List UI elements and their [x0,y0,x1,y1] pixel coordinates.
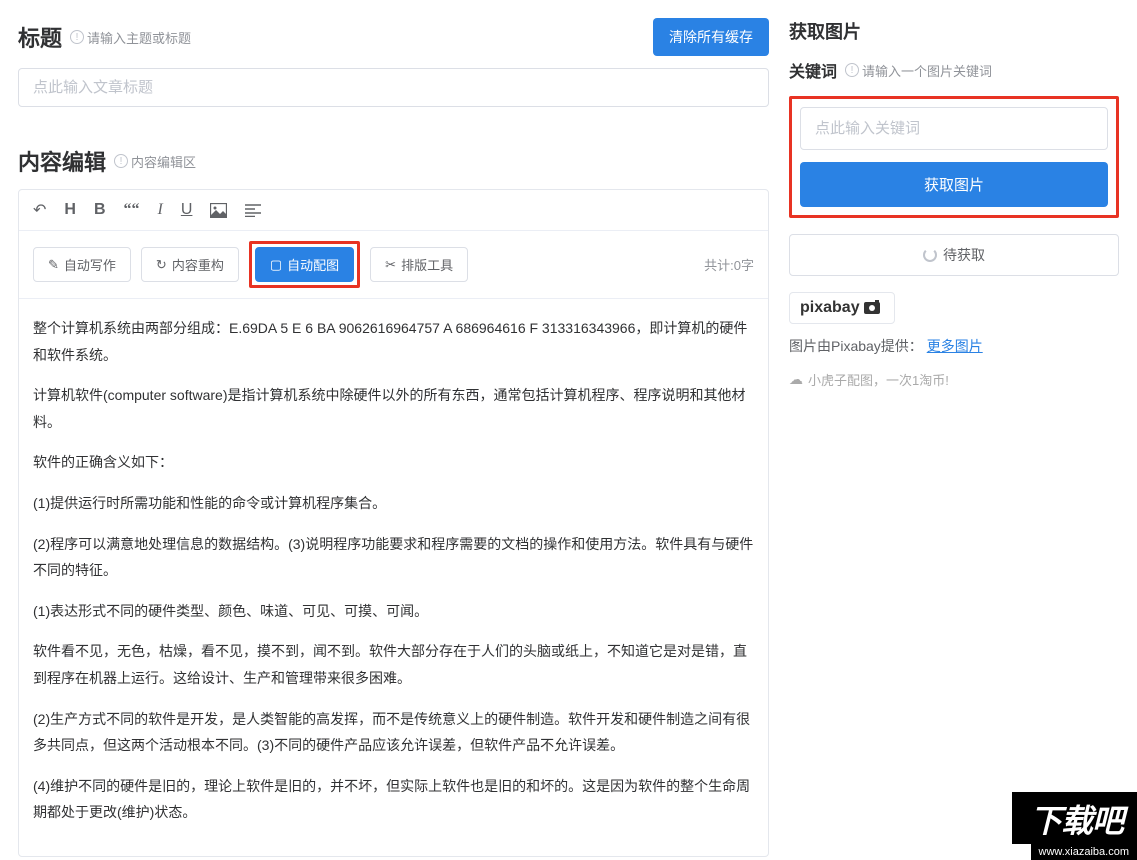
content-label: 内容编辑 [18,145,106,177]
title-hint: ! 请输入主题或标题 [70,28,191,47]
tools-icon: ✂ [385,257,396,273]
auto-write-button[interactable]: ✎ 自动写作 [33,247,131,282]
info-icon: ! [114,154,128,168]
highlight-keyword-box: 获取图片 [789,96,1119,218]
left-panel: 标题 ! 请输入主题或标题 清除所有缓存 内容编辑 ! 内容编辑区 ↶ H B … [18,18,769,842]
picture-icon: ▢ [270,257,282,273]
heading-icon[interactable]: H [64,201,76,219]
layout-tool-button[interactable]: ✂ 排版工具 [370,247,468,282]
get-image-header: 获取图片 [789,18,1119,44]
pending-button[interactable]: 待获取 [789,234,1119,276]
paragraph: (4)维护不同的硬件是旧的，理论上软件是旧的，并不坏，但实际上软件也是旧的和坏的… [33,773,754,826]
undo-icon[interactable]: ↶ [33,200,46,220]
watermark: 下载吧 www.xiazaiba.com [1010,790,1137,860]
keyword-header: 关键词 ! 请输入一个图片关键词 [789,58,1119,82]
title-label: 标题 [18,21,62,53]
paragraph: (1)提供运行时所需功能和性能的命令或计算机程序集合。 [33,490,754,517]
auto-image-button[interactable]: ▢ 自动配图 [255,247,354,282]
quote-icon[interactable]: ““ [124,201,140,219]
keyword-input[interactable] [800,107,1108,150]
paragraph: (2)生产方式不同的软件是开发，是人类智能的高发挥，而不是传统意义上的硬件制造。… [33,706,754,759]
more-images-link[interactable]: 更多图片 [927,338,983,354]
cloud-icon: ☁ [789,371,803,388]
credit-line: 图片由Pixabay提供： 更多图片 [789,336,1119,356]
paragraph: 整个计算机系统由两部分组成：E.69DA 5 E 6 BA 9062616964… [33,315,754,368]
camera-icon [864,300,884,317]
paragraph: 软件看不见，无色，枯燥，看不见，摸不到，闻不到。软件大部分存在于人们的头脑或纸上… [33,638,754,691]
get-image-title: 获取图片 [789,18,861,44]
pencil-icon: ✎ [48,257,59,273]
content-section-header: 内容编辑 ! 内容编辑区 [18,145,769,177]
content-rebuild-button[interactable]: ↻ 内容重构 [141,247,239,282]
format-toolbar: ↶ H B ““ I U [19,190,768,231]
content-hint: ! 内容编辑区 [114,152,196,171]
watermark-logo: 下载吧 [1010,790,1137,844]
clear-cache-button[interactable]: 清除所有缓存 [653,18,769,56]
refresh-icon: ↻ [156,257,167,273]
get-image-button[interactable]: 获取图片 [800,162,1108,207]
highlight-auto-image: ▢ 自动配图 [249,241,360,288]
right-panel: 获取图片 关键词 ! 请输入一个图片关键词 获取图片 待获取 pixabay 图… [789,18,1119,842]
image-icon[interactable] [210,203,227,218]
spinner-icon [923,248,937,262]
paragraph: (1)表达形式不同的硬件类型、颜色、味道、可见、可摸、可闻。 [33,598,754,625]
article-title-input[interactable] [18,68,769,107]
paragraph: 软件的正确含义如下： [33,449,754,476]
align-left-icon[interactable] [245,204,261,217]
paragraph: 计算机软件(computer software)是指计算机系统中除硬件以外的所有… [33,382,754,435]
underline-icon[interactable]: U [181,201,193,219]
pixabay-badge: pixabay [789,292,895,324]
italic-icon[interactable]: I [158,201,163,219]
editor-content[interactable]: 整个计算机系统由两部分组成：E.69DA 5 E 6 BA 9062616964… [19,299,768,856]
paragraph: (2)程序可以满意地处理信息的数据结构。(3)说明程序功能要求和程序需要的文档的… [33,531,754,584]
title-section-header: 标题 ! 请输入主题或标题 清除所有缓存 [18,18,769,56]
bold-icon[interactable]: B [94,201,106,219]
keyword-label: 关键词 [789,58,837,82]
word-count: 共计:0字 [704,255,754,274]
editor-box: ↶ H B ““ I U ✎ 自动写作 ↻ [18,189,769,857]
info-icon: ! [845,63,859,77]
watermark-url: www.xiazaiba.com [1031,844,1137,860]
promo-line: ☁ 小虎子配图，一次1淘币! [789,370,1119,389]
keyword-hint: ! 请输入一个图片关键词 [845,61,992,80]
info-icon: ! [70,30,84,44]
action-toolbar: ✎ 自动写作 ↻ 内容重构 ▢ 自动配图 ✂ 排版工具 共计:0字 [19,231,768,299]
